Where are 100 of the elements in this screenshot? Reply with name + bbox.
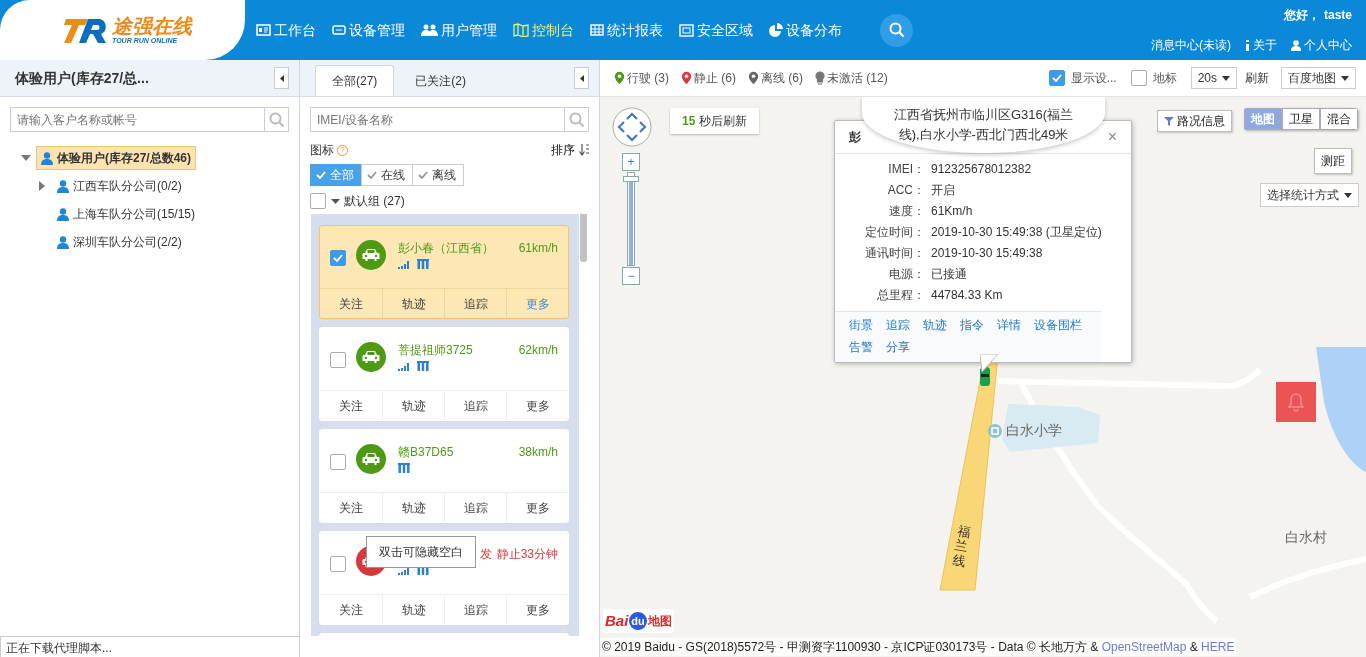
info-window-link[interactable]: 街景 xyxy=(849,316,873,334)
checkbox[interactable] xyxy=(1048,70,1065,86)
card-action[interactable]: 关注 xyxy=(320,289,382,318)
sort-icon xyxy=(579,144,589,156)
customer-search-field[interactable]: 请输入客户名称或帐号 xyxy=(10,107,264,132)
checkbox[interactable] xyxy=(330,556,346,572)
header-link[interactable]: 个人中心 xyxy=(1291,36,1352,54)
nav-tab[interactable]: 安全区域 xyxy=(679,19,753,41)
device-name: 彭小春（江西省） xyxy=(398,240,494,257)
folded-map-icon xyxy=(513,23,529,37)
card-action[interactable]: 关注 xyxy=(320,595,382,624)
info-icon xyxy=(1245,39,1250,51)
tree-item[interactable]: 上海车队分公司(15/15) xyxy=(52,202,201,226)
nav-tab[interactable]: 设备分布 xyxy=(769,19,842,41)
checkbox[interactable] xyxy=(330,250,346,266)
check-icon xyxy=(1051,74,1062,82)
info-window-link[interactable]: 追踪 xyxy=(886,316,910,334)
checkbox[interactable] xyxy=(330,454,346,470)
legend-item[interactable]: 离线 (6) xyxy=(748,69,803,87)
info-window-link[interactable]: 告警 xyxy=(849,338,873,356)
greeting-text: 您好， xyxy=(1284,7,1320,24)
legend-item[interactable]: 行驶 (3) xyxy=(614,69,669,87)
card-action[interactable]: 追踪 xyxy=(444,493,506,522)
field-label: 速度： xyxy=(888,202,925,220)
map-attribution: © 2019 Baidu - GS(2018)5572号 - 甲测资字1100930 - 京ICP证030173号 - Data © 长地万方 & OpenStreetMap & HERE xyxy=(600,638,1237,656)
device-card[interactable]: 彭小春（江西省） 61km/h 关注 轨迹 追踪 更多 xyxy=(319,225,569,319)
legend-item[interactable]: 未激活 (12) xyxy=(815,69,888,87)
person-icon xyxy=(57,235,69,249)
info-window-link[interactable]: 详情 xyxy=(997,316,1021,334)
zoom-out-button[interactable]: − xyxy=(622,267,640,285)
dropdown-arrow-icon xyxy=(1341,75,1349,81)
card-action[interactable]: 轨迹 xyxy=(382,595,444,624)
map-type-tab[interactable]: 卫星 xyxy=(1282,108,1320,130)
checkbox[interactable] xyxy=(330,352,346,368)
tab[interactable]: 全部(27) xyxy=(315,65,395,96)
search-icon xyxy=(568,111,585,128)
card-action[interactable]: 追踪 xyxy=(444,595,506,624)
map-type-tab[interactable]: 混合 xyxy=(1320,108,1358,130)
caret-right-icon[interactable] xyxy=(39,181,45,191)
tab[interactable]: 已关注(2) xyxy=(398,65,483,96)
card-action[interactable]: 更多 xyxy=(506,391,568,420)
slider-thumb[interactable] xyxy=(623,175,639,182)
close-button[interactable]: × xyxy=(1107,129,1117,145)
card-action[interactable]: 更多 xyxy=(506,493,568,522)
device-search-field[interactable]: IMEI/设备名称 xyxy=(310,107,564,132)
person-icon xyxy=(57,207,69,221)
statistics-select[interactable]: 选择统计方式 xyxy=(1260,183,1359,207)
device-card[interactable]: 赣B37D65 38km/h 关注 轨迹 追踪 更多 xyxy=(319,429,569,523)
checkbox[interactable] xyxy=(1130,70,1147,86)
attribution-link[interactable]: HERE xyxy=(1201,640,1235,654)
search-button[interactable] xyxy=(564,107,589,132)
measure-button[interactable]: 测距 xyxy=(1314,148,1352,174)
card-action[interactable]: 轨迹 xyxy=(382,391,444,420)
panel-title: 体验用户(库存27/总... xyxy=(15,68,149,88)
collapse-button[interactable] xyxy=(574,67,589,89)
logo-badge: du xyxy=(629,611,647,631)
nav-tab[interactable]: 统计报表 xyxy=(590,19,663,41)
card-action[interactable]: 轨迹 xyxy=(382,289,444,318)
nav-tab[interactable]: 用户管理 xyxy=(421,19,497,41)
tree-item[interactable]: 江西车队分公司(0/2) xyxy=(52,174,187,198)
tree-item[interactable]: 深圳车队分公司(2/2) xyxy=(52,230,187,254)
card-action[interactable]: 关注 xyxy=(320,391,382,420)
refresh-label: 刷新 xyxy=(1245,70,1269,87)
card-action[interactable]: 更多 xyxy=(506,595,568,624)
filter-button[interactable]: 在线 xyxy=(361,164,413,186)
info-window-link[interactable]: 设备围栏 xyxy=(1034,316,1082,334)
filter-button[interactable]: 离线 xyxy=(412,164,464,186)
logo-title: 途强在线 xyxy=(112,15,192,36)
caret-down-icon[interactable] xyxy=(21,155,31,161)
checkbox[interactable] xyxy=(310,193,326,209)
zoom-in-button[interactable]: + xyxy=(622,153,640,171)
pan-control-icon[interactable] xyxy=(612,107,652,147)
header-link[interactable]: 消息中心(未读) xyxy=(1151,36,1231,54)
user-icon xyxy=(1291,39,1301,51)
info-window-link[interactable]: 分享 xyxy=(886,338,910,356)
place-label: 白水小学 xyxy=(1006,421,1062,440)
info-window-link[interactable]: 轨迹 xyxy=(923,316,947,334)
alarm-button[interactable] xyxy=(1276,382,1316,422)
device-card[interactable]: 菩提祖师3725 62km/h 关注 轨迹 追踪 更多 xyxy=(319,327,569,421)
header-link[interactable]: 关于 xyxy=(1245,36,1277,54)
card-action[interactable]: 关注 xyxy=(320,493,382,522)
nav-tab[interactable]: 工作台 xyxy=(256,19,316,41)
field-label: 总里程： xyxy=(876,286,925,304)
nav-tab[interactable]: 设备管理 xyxy=(332,19,405,41)
interval-select[interactable]: 20s xyxy=(1190,67,1237,89)
map-source-select[interactable]: 百度地图 xyxy=(1281,67,1356,89)
device-card[interactable]: 双击可隐藏空白 发 静止33分钟 关注 轨迹 追踪 更多 xyxy=(319,531,569,625)
search-button[interactable] xyxy=(264,107,289,132)
card-action[interactable]: 追踪 xyxy=(444,391,506,420)
info-window-link[interactable]: 指令 xyxy=(960,316,984,334)
card-action[interactable]: 轨迹 xyxy=(382,493,444,522)
search-button[interactable] xyxy=(880,13,913,47)
attribution-link[interactable]: OpenStreetMap xyxy=(1101,640,1187,654)
sort-button[interactable]: 排序 xyxy=(551,141,589,159)
group-toggle[interactable]: 默认组 (27) xyxy=(331,192,405,210)
legend-item[interactable]: 静止 (6) xyxy=(681,69,736,87)
tree-item[interactable]: 体验用户(库存27/总数46) xyxy=(36,146,197,170)
traffic-button[interactable]: 路况信息 xyxy=(1157,110,1232,132)
card-action[interactable]: 追踪 xyxy=(444,289,506,318)
collapse-button[interactable] xyxy=(274,67,289,89)
